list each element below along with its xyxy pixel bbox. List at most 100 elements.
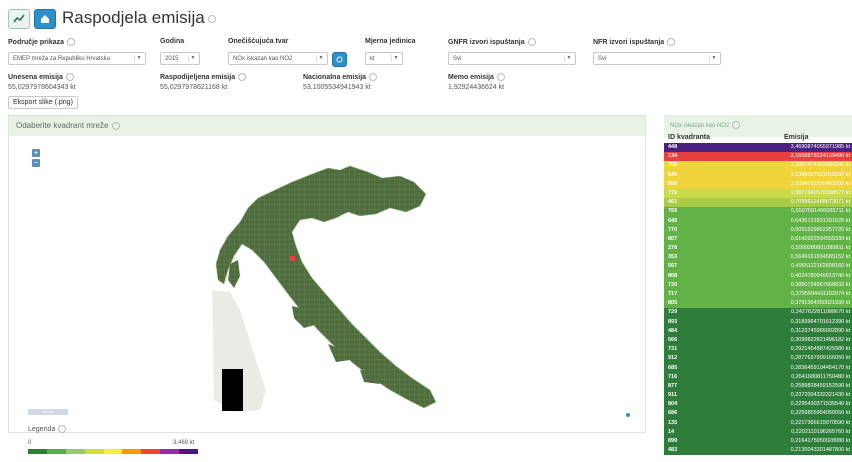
cell-id: 685 [668, 364, 678, 371]
table-row[interactable]: 567 0,4965112162608160 kt [664, 262, 852, 272]
cell-emission: 0,3791364350021930 kt [790, 300, 850, 307]
table-row[interactable]: 893 0,3183964701612390 kt [664, 317, 852, 327]
table-row[interactable]: 645 0,6435131831201625 kt [664, 216, 852, 226]
info-icon [527, 38, 536, 46]
filter-label-nfr-text: NFR izvori ispuštanja [593, 38, 665, 46]
table-row[interactable]: 685 0,2836459104454170 kt [664, 363, 852, 373]
table-row[interactable]: 645 1,1386097821010632 kt [664, 170, 852, 180]
table-row[interactable]: 911 0,2372004332321430 kt [664, 391, 852, 401]
table-row[interactable]: 461 0,7058612488673071 kt [664, 198, 852, 208]
table-row[interactable]: 877 0,2589828459152590 kt [664, 381, 852, 392]
legend-swatch [141, 449, 161, 454]
table-row[interactable]: 899 0,2164175950028080 kt [664, 437, 852, 447]
table-row[interactable]: 807 0,6142922934555339 kt [664, 234, 852, 245]
table-row[interactable]: 686 0,2259855954050050 kt [664, 409, 852, 419]
table-row[interactable]: 730 0,3850734967668832 kt [664, 280, 852, 290]
pollutant-info-button[interactable] [332, 52, 347, 67]
cell-emission: 0,2921454887425980 kt [790, 346, 850, 353]
chart-icon-button[interactable] [8, 9, 30, 29]
table-row[interactable]: 769 0,6507581466685711 kt [664, 207, 852, 217]
stat-label-distributed: Raspodijeljena emisija [160, 73, 247, 81]
cell-emission: 0,7058612488673071 kt [790, 199, 850, 206]
table-row[interactable]: 278 0,5999280801080811 kt [664, 244, 852, 254]
select-nfr[interactable]: Svi ▼ [593, 52, 721, 65]
legend-max: 3,469 kt [173, 440, 195, 446]
table-row[interactable]: 448 3,4690874055971985 kt [664, 143, 852, 153]
table-row[interactable]: 808 0,4024780945613740 kt [664, 271, 852, 281]
cell-id: 448 [668, 144, 678, 150]
home-button[interactable] [34, 9, 56, 29]
cell-id: 912 [668, 355, 678, 362]
filter-label-gnfr: GNFR izvori ispuštanja [448, 38, 536, 46]
table-row[interactable]: 353 0,5649161934585152 kt [664, 253, 852, 263]
stat-label-distributed-text: Raspodijeljena emisija [160, 73, 236, 81]
stat-label-entered-text: Unesena emisija [8, 73, 63, 81]
cell-id: 808 [668, 272, 678, 279]
chart-icon [13, 14, 25, 23]
cell-id: 730 [668, 281, 678, 288]
filter-label-area-text: Područje prikaza [8, 38, 65, 46]
table-row[interactable]: 483 0,2130043301487800 kt [664, 446, 852, 456]
legend-title: Legenda [28, 425, 67, 433]
legend-swatch [28, 449, 47, 454]
stat-value-memo: 1,92924436624 kt [448, 84, 505, 91]
info-icon [67, 38, 76, 46]
filter-label-pollutant: Onečišćujuća tvar [228, 38, 288, 45]
legend-title-text: Legenda [28, 425, 56, 433]
cell-id: 807 [668, 235, 678, 242]
cell-emission: 1,1386097821010632 kt [790, 171, 850, 178]
stat-label-memo: Memo emisija [448, 73, 505, 81]
cell-emission: 0,6142922934555339 kt [790, 235, 850, 242]
cell-id: 877 [668, 382, 678, 389]
table-row[interactable]: 134 2,1698879224109490 kt [664, 152, 852, 162]
emission-table: 448 3,4690874055971985 kt 134 2,16988792241… [664, 143, 852, 462]
cell-id: 911 [668, 392, 677, 399]
select-year-value: 2015 [165, 56, 179, 62]
export-png-button[interactable]: Eksport slike (.png) [8, 96, 78, 109]
zoom-out-button[interactable]: − [32, 159, 40, 167]
table-row[interactable]: 729 0,3427622811088670 kt [664, 308, 852, 318]
reset-button[interactable]: Reset [28, 409, 68, 415]
cell-emission: 0,4024780945613740 kt [790, 272, 850, 279]
table-row[interactable]: 484 0,3123745965002890 kt [664, 326, 852, 336]
select-gnfr[interactable]: Svi ▼ [448, 52, 576, 65]
table-row[interactable]: 805 0,3791364350021930 kt [664, 299, 852, 309]
table-row[interactable]: 804 0,2295430371535540 kt [664, 400, 852, 410]
cell-emission: 0,6051529862257720 kt [790, 226, 850, 233]
table-row[interactable]: 770 0,6051529862257720 kt [664, 225, 852, 235]
zoom-in-button[interactable]: + [32, 149, 40, 157]
select-unit[interactable]: kt ▼ [365, 52, 403, 65]
cell-id: 278 [668, 245, 678, 252]
cell-emission: 0,2589828459152590 kt [790, 382, 850, 389]
table-row[interactable]: 771 1,0077840576598577 kt [664, 188, 852, 199]
cell-emission: 0,6435131831201625 kt [790, 217, 850, 224]
cell-emission: 0,3427622811088670 kt [791, 309, 850, 316]
chevron-down-icon: ▼ [316, 55, 325, 62]
table-row[interactable]: 135 0,2217366615070590 kt [664, 418, 852, 428]
select-year[interactable]: 2015 ▼ [160, 52, 200, 65]
stat-label-memo-text: Memo emisija [448, 73, 494, 81]
table-row[interactable]: 566 0,3099822821496182 kt [664, 335, 852, 346]
cell-id: 769 [668, 208, 678, 215]
table-row[interactable]: 912 0,2877637909166050 kt [664, 354, 852, 364]
table-row[interactable]: 717 0,3795504431182074 kt [664, 290, 852, 300]
select-pollutant[interactable]: NOx iskazan kao NO2 ▼ [228, 52, 328, 65]
table-row[interactable]: 806 1,0094792530403205 kt [664, 179, 852, 189]
cell-emission: 1,0077840576598577 kt [790, 189, 850, 196]
cell-id: 686 [668, 410, 678, 417]
table-row[interactable]: 14 0,2202110196265760 kt [664, 427, 852, 437]
info-icon [65, 73, 74, 81]
chevron-down-icon: ▼ [391, 55, 400, 62]
page-title: Raspodjela emisija [62, 8, 216, 28]
cell-emission: 0,2836459104454170 kt [790, 364, 850, 371]
cell-emission: 0,6507581466685711 kt [791, 208, 850, 215]
cell-id: 770 [668, 226, 678, 233]
legend-swatch [160, 449, 180, 454]
page-title-text: Raspodjela emisija [62, 8, 205, 27]
cell-emission: 0,2259855954050050 kt [790, 410, 850, 417]
select-area[interactable]: EMEP mreža za Republiku Hrvatsku ▼ [8, 52, 146, 65]
table-row[interactable]: 716 0,2641680811750480 kt [664, 372, 852, 382]
cell-id: 729 [668, 309, 678, 316]
table-row[interactable]: 731 0,2921454887425980 kt [664, 345, 852, 355]
table-row[interactable]: 700 1,2997474952889245 kt [664, 161, 852, 171]
